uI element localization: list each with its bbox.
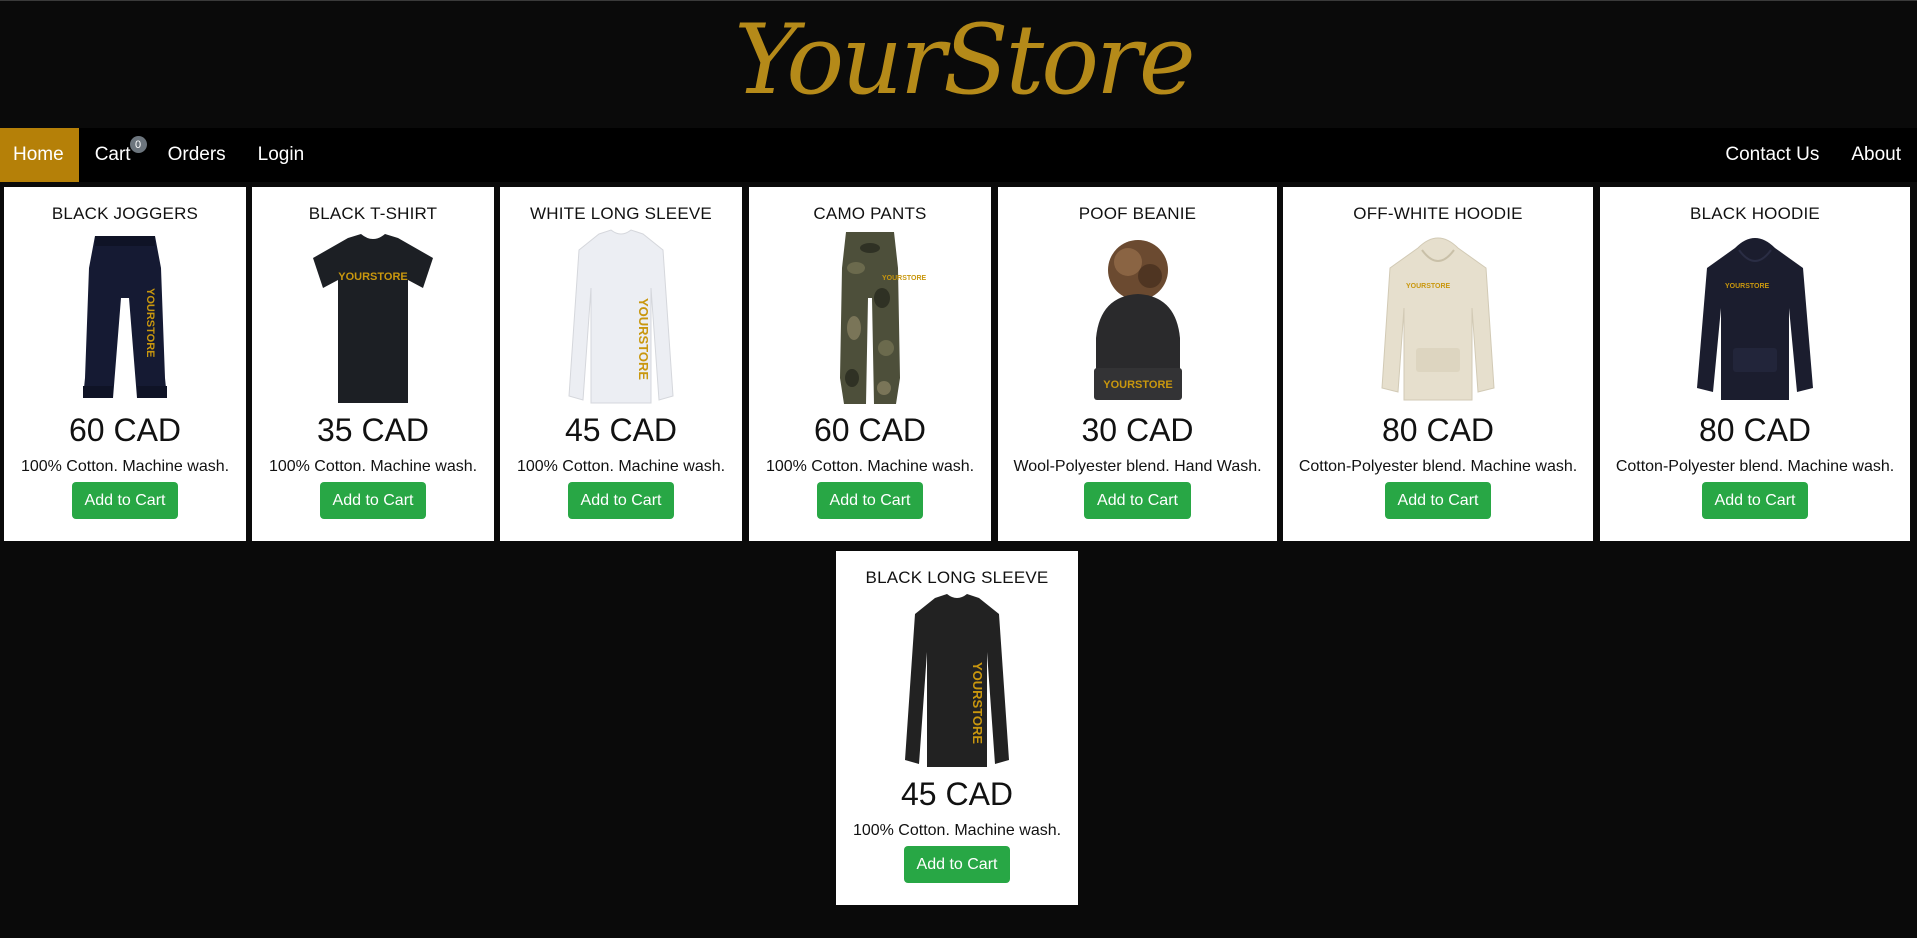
product-card: BLACK JOGGERS YOURSTORE 60 CAD 100% Cott…: [4, 187, 246, 541]
add-to-cart-button[interactable]: Add to Cart: [71, 482, 179, 519]
nav-contact-label: Contact Us: [1725, 144, 1820, 165]
svg-text:YOURSTORE: YOURSTORE: [636, 298, 651, 380]
product-card: WHITE LONG SLEEVE YOURSTORE 45 CAD 100% …: [500, 187, 742, 541]
product-description: 100% Cotton. Machine wash.: [268, 458, 478, 475]
product-card: BLACK LONG SLEEVE YOURSTORE 45 CAD 100% …: [836, 551, 1078, 905]
nav-cart[interactable]: Cart 0: [79, 128, 152, 182]
add-to-cart-button[interactable]: Add to Cart: [1384, 482, 1492, 519]
nav-home[interactable]: Home: [0, 128, 79, 182]
svg-text:YOURSTORE: YOURSTORE: [338, 271, 407, 283]
product-image[interactable]: YOURSTORE: [25, 228, 225, 408]
poof-beanie-image: YOURSTORE: [1093, 240, 1182, 400]
nav-orders[interactable]: Orders: [152, 128, 242, 182]
nav-orders-label: Orders: [167, 144, 226, 165]
svg-text:YOURSTORE: YOURSTORE: [1406, 283, 1451, 290]
black-joggers-image: YOURSTORE: [83, 236, 167, 398]
product-price: 80 CAD: [1698, 412, 1812, 448]
product-description: 100% Cotton. Machine wash.: [516, 458, 726, 475]
product-description: 100% Cotton. Machine wash.: [765, 458, 975, 475]
black-tshirt-image: YOURSTORE: [313, 234, 433, 403]
product-price: 80 CAD: [1381, 412, 1495, 448]
product-image[interactable]: YOURSTORE: [770, 228, 970, 408]
product-image[interactable]: YOURSTORE: [857, 592, 1057, 772]
product-image[interactable]: YOURSTORE: [1038, 228, 1238, 408]
add-to-cart-button[interactable]: Add to Cart: [1701, 482, 1809, 519]
add-to-cart-button[interactable]: Add to Cart: [816, 482, 924, 519]
add-to-cart-button[interactable]: Add to Cart: [567, 482, 675, 519]
product-name: BLACK JOGGERS: [51, 204, 199, 223]
product-description: Wool-Polyester blend. Hand Wash.: [1013, 458, 1262, 475]
off-white-hoodie-image: YOURSTORE: [1381, 237, 1495, 401]
product-name: OFF-WHITE HOODIE: [1353, 204, 1523, 223]
add-to-cart-button[interactable]: Add to Cart: [319, 482, 427, 519]
nav-right-group: Contact Us About: [1709, 128, 1917, 182]
product-description: 100% Cotton. Machine wash.: [20, 458, 230, 475]
product-price: 45 CAD: [564, 412, 678, 448]
product-card: BLACK T-SHIRT YOURSTORE 35 CAD 100% Cott…: [252, 187, 494, 541]
black-long-sleeve-image: YOURSTORE: [905, 594, 1009, 767]
product-description: Cotton-Polyester blend. Machine wash.: [1615, 458, 1895, 475]
product-description: 100% Cotton. Machine wash.: [852, 822, 1062, 839]
add-to-cart-button[interactable]: Add to Cart: [903, 846, 1011, 883]
add-to-cart-button[interactable]: Add to Cart: [1084, 482, 1191, 519]
product-name: POOF BEANIE: [1078, 204, 1197, 223]
product-name: BLACK HOODIE: [1690, 204, 1820, 223]
product-price: 30 CAD: [1081, 412, 1194, 448]
site-header: YourStore: [0, 1, 1917, 128]
product-card: OFF-WHITE HOODIE YOURSTORE 80 CAD Cotton…: [1283, 187, 1593, 541]
store-logo[interactable]: YourStore: [734, 4, 1195, 116]
product-price: 35 CAD: [316, 412, 430, 448]
product-name: WHITE LONG SLEEVE: [530, 204, 712, 223]
main-navbar: Home Cart 0 Orders Login Contact Us Abou…: [0, 128, 1917, 182]
product-price: 60 CAD: [813, 412, 927, 448]
svg-text:YOURSTORE: YOURSTORE: [1725, 283, 1770, 290]
product-image[interactable]: YOURSTORE: [521, 228, 721, 408]
product-grid: BLACK JOGGERS YOURSTORE 60 CAD 100% Cott…: [0, 182, 1917, 938]
nav-about[interactable]: About: [1835, 128, 1917, 182]
product-image[interactable]: YOURSTORE: [1655, 228, 1855, 408]
product-card: POOF BEANIE YOURSTORE 30 CAD Wool-Polyes…: [998, 187, 1277, 541]
product-card: CAMO PANTS YOURSTORE 60 CAD 100% Cotton.…: [749, 187, 991, 541]
white-long-sleeve-image: YOURSTORE: [568, 229, 674, 404]
nav-left-group: Home Cart 0 Orders Login: [0, 128, 320, 182]
nav-login-label: Login: [257, 144, 305, 165]
product-image[interactable]: YOURSTORE: [273, 228, 473, 408]
svg-text:YOURSTORE: YOURSTORE: [144, 288, 156, 357]
product-price: 45 CAD: [900, 776, 1014, 812]
svg-text:YOURSTORE: YOURSTORE: [1103, 379, 1172, 391]
product-description: Cotton-Polyester blend. Machine wash.: [1298, 458, 1578, 475]
product-card: BLACK HOODIE YOURSTORE 80 CAD Cotton-Pol…: [1600, 187, 1910, 541]
product-name: BLACK T-SHIRT: [308, 204, 438, 223]
nav-about-label: About: [1851, 144, 1901, 165]
product-image[interactable]: YOURSTORE: [1338, 228, 1538, 408]
nav-contact-us[interactable]: Contact Us: [1709, 128, 1835, 182]
black-hoodie-image: YOURSTORE: [1697, 238, 1813, 400]
svg-text:YOURSTORE: YOURSTORE: [970, 662, 985, 744]
product-price: 60 CAD: [68, 412, 182, 448]
nav-home-label: Home: [13, 144, 64, 165]
cart-count-badge: 0: [129, 136, 147, 153]
nav-login[interactable]: Login: [242, 128, 321, 182]
product-name: CAMO PANTS: [813, 204, 927, 223]
camo-pants-image: YOURSTORE: [840, 232, 927, 404]
nav-cart-label: Cart: [94, 144, 131, 165]
svg-text:YOURSTORE: YOURSTORE: [882, 275, 927, 282]
product-name: BLACK LONG SLEEVE: [865, 568, 1049, 587]
